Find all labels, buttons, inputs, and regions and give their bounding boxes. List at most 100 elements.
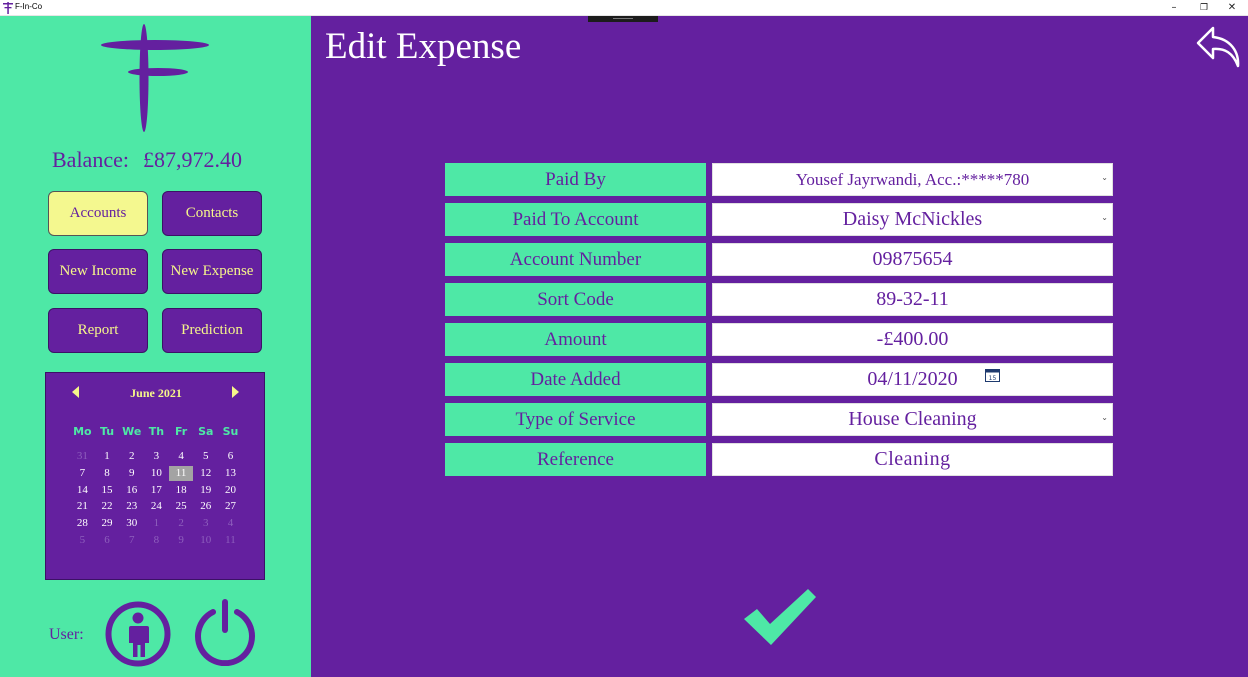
calendar-day[interactable]: 9 [119,465,144,482]
calendar-next-month-icon[interactable] [232,386,239,398]
main-panel: Edit Expense Paid By Yousef Jayrwandi, A… [311,16,1248,677]
back-arrow-icon[interactable] [1193,22,1243,72]
calendar-day[interactable]: 6 [95,532,120,549]
calendar-day[interactable]: 25 [169,498,194,515]
calendar-day[interactable]: 26 [193,498,218,515]
paid-to-account-select[interactable]: Daisy McNickles ⌄ [712,203,1113,236]
calendar-day[interactable]: 1 [144,515,169,532]
sort-code-value: 89-32-11 [876,288,949,310]
drag-handle[interactable] [588,16,658,22]
sort-code-field[interactable]: 89-32-11 [712,283,1113,316]
calendar-weekday-header: Mo Tu We Th Fr Sa Su [70,425,243,438]
calendar-day[interactable]: 9 [169,532,194,549]
calendar-day[interactable]: 23 [119,498,144,515]
calendar-day[interactable]: 8 [95,465,120,482]
calendar-day[interactable]: 8 [144,532,169,549]
calendar-day[interactable]: 4 [218,515,243,532]
calendar-day[interactable]: 5 [70,532,95,549]
f-logo-icon [101,24,209,132]
accounts-button[interactable]: Accounts [48,191,148,236]
checkmark-icon[interactable] [742,587,818,649]
calendar-day[interactable]: 10 [144,465,169,482]
balance-value: £87,972.40 [142,147,242,172]
calendar-day[interactable]: 28 [70,515,95,532]
chevron-down-icon: ⌄ [1101,213,1108,222]
minimize-button[interactable]: – [1160,0,1188,16]
calendar-day-today[interactable]: 11 [168,465,194,481]
paid-by-select[interactable]: Yousef Jayrwandi, Acc.:*****780 ⌄ [712,163,1113,196]
calendar-weekday: Tu [99,425,115,438]
calendar-day[interactable]: 3 [144,448,169,465]
calendar-day[interactable]: 24 [144,498,169,515]
calendar-day[interactable]: 27 [218,498,243,515]
balance-display: Balance: £87,972.40 [52,147,242,173]
paid-by-value: Yousef Jayrwandi, Acc.:*****780 [795,169,1030,189]
reference-label: Reference [445,443,706,476]
page-title: Edit Expense [325,26,522,67]
calendar-day[interactable]: 10 [193,532,218,549]
calendar-day[interactable]: 21 [70,498,95,515]
calendar-day[interactable]: 14 [70,482,95,499]
calendar-day[interactable]: 20 [218,482,243,499]
calendar-day[interactable]: 4 [169,448,194,465]
report-button[interactable]: Report [48,308,148,353]
user-icon[interactable] [105,601,171,667]
calendar-day[interactable]: 2 [169,515,194,532]
calendar-weekday: Sa [198,425,214,438]
paid-to-account-value: Daisy McNickles [842,208,983,230]
prediction-button[interactable]: Prediction [162,308,262,353]
close-button[interactable]: ✕ [1218,0,1246,16]
date-added-value: 04/11/2020 [867,368,958,390]
account-number-field[interactable]: 09875654 [712,243,1113,276]
calendar-icon[interactable]: 15 [985,368,1000,382]
paid-to-account-label: Paid To Account [445,203,706,236]
sidebar: Balance: £87,972.40 Accounts Contacts New… [0,16,311,677]
power-icon[interactable] [191,598,259,666]
reference-field[interactable]: Cleaning [712,443,1113,476]
new-income-button[interactable]: New Income [48,249,148,294]
user-label: User: [49,626,84,643]
app-logo-icon [3,2,13,14]
calendar-day[interactable]: 13 [218,465,243,482]
date-added-picker[interactable]: 04/11/2020 15 [712,363,1113,396]
calendar-weekday: Th [148,425,165,438]
window-title-bar: F-In-Co – ❐ ✕ [0,0,1248,16]
type-of-service-select[interactable]: House Cleaning ⌄ [712,403,1113,436]
calendar-weekday: Mo [73,425,92,438]
type-of-service-value: House Cleaning [848,408,977,430]
calendar-day-grid: 31 1 2 3 4 5 6 7 8 9 10 11 12 13 14 15 16 17 18 19 20 21 22 23 2… [70,448,243,549]
calendar-day[interactable]: 16 [119,482,144,499]
calendar-weekday: Su [222,425,239,438]
calendar-day[interactable]: 18 [169,482,194,499]
sort-code-label: Sort Code [445,283,706,316]
amount-field[interactable]: -£400.00 [712,323,1113,356]
calendar-day[interactable]: 31 [70,448,95,465]
calendar-day[interactable]: 29 [95,515,120,532]
account-number-label: Account Number [445,243,706,276]
new-expense-button[interactable]: New Expense [162,249,262,294]
calendar-day[interactable]: 3 [193,515,218,532]
calendar-day[interactable]: 7 [119,532,144,549]
chevron-down-icon: ⌄ [1101,413,1108,422]
calendar-day[interactable]: 1 [95,448,120,465]
calendar-weekday: We [122,425,142,438]
amount-label: Amount [445,323,706,356]
contacts-button[interactable]: Contacts [162,191,262,236]
calendar-day[interactable]: 17 [144,482,169,499]
type-of-service-label: Type of Service [445,403,706,436]
maximize-button[interactable]: ❐ [1190,0,1218,16]
calendar-day[interactable]: 7 [70,465,95,482]
chevron-down-icon: ⌄ [1101,173,1108,182]
calendar-icon-day: 15 [989,375,997,382]
calendar-day[interactable]: 22 [95,498,120,515]
calendar-day[interactable]: 11 [218,532,243,549]
calendar-day[interactable]: 6 [218,448,243,465]
calendar-day[interactable]: 2 [119,448,144,465]
calendar-day[interactable]: 12 [193,465,218,482]
calendar-day[interactable]: 5 [193,448,218,465]
calendar-day[interactable]: 30 [119,515,144,532]
date-added-label: Date Added [445,363,706,396]
calendar-weekday: Fr [174,425,188,438]
calendar-day[interactable]: 15 [95,482,120,499]
calendar-day[interactable]: 19 [193,482,218,499]
